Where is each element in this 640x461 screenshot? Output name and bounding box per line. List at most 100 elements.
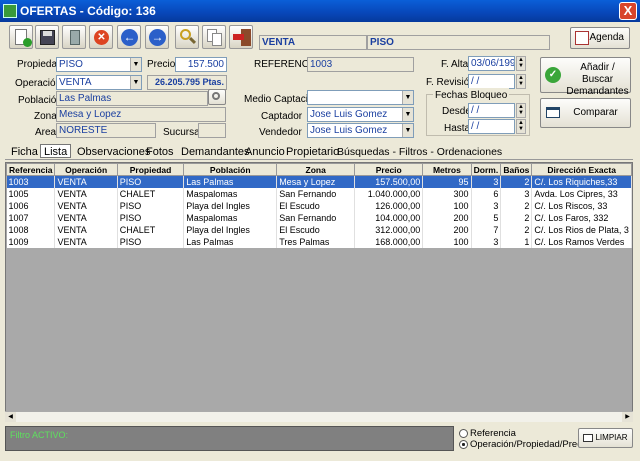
app-icon [3,4,17,18]
column-header[interactable]: Dorm. [470,163,502,176]
falta-label: F. Alta [441,59,469,70]
horizontal-scrollbar[interactable]: ◀ ▶ [5,411,633,422]
table-cell: VENTA [54,223,118,236]
table-row[interactable]: 1003 VENTA PISO Las Palmas Mesa y Lopez 157.5… [6,175,632,188]
table-cell: 1008 [6,223,56,236]
desde-field[interactable]: / / [468,103,515,118]
table-row[interactable]: 1007 VENTA PISO Maspalomas San Fernando 104.0… [6,211,632,224]
chevron-down-icon[interactable]: ▼ [402,124,413,137]
desde-spinner[interactable]: ▲ ▼ [516,103,526,118]
delete-button[interactable] [62,25,86,49]
save-button[interactable] [35,25,59,49]
sucursal-label: Sucursal [163,127,202,138]
table-cell: 104.000,00 [354,211,424,224]
table-cell: 5 [471,211,502,224]
table-cell: 1005 [6,187,56,200]
falta-spinner[interactable]: ▲ ▼ [516,56,526,71]
filter-status-text: Filtro ACTIVO: [10,430,69,440]
table-cell: C/. Los Faros, 332 [531,211,632,224]
table-cell: El Escudo [276,199,356,212]
precio-field[interactable]: 157.500 [175,57,227,72]
table-cell: C/. Los Rios de Plata, 3 [531,223,632,236]
results-grid[interactable]: Referencia Operación Propiedad Población Zon… [5,162,633,420]
hasta-spinner[interactable]: ▲ ▼ [516,119,526,134]
column-header[interactable]: Operación [54,163,118,176]
exit-button[interactable] [229,25,253,49]
column-header[interactable]: Precio [354,163,424,176]
title-bar: OFERTAS - Código: 136 [0,0,640,22]
column-header[interactable]: Propiedad [116,163,185,176]
frevision-spinner[interactable]: ▲ ▼ [516,74,526,89]
header-property: PISO [367,35,550,50]
new-button[interactable] [9,25,33,49]
table-cell: 7 [471,223,502,236]
area-label: Area [35,127,57,138]
radio-operacion[interactable] [459,440,468,449]
table-row[interactable]: 1005 VENTA CHALET Maspalomas San Fernando 1.0… [6,187,632,200]
table-row[interactable]: 1006 VENTA PISO Playa del Ingles El Escudo 12… [6,199,632,212]
table-cell: 2 [500,175,533,188]
table-row[interactable]: 1009 VENTA PISO Las Palmas Tres Palmas 168.00… [6,235,632,248]
check-icon: ✓ [545,67,561,83]
tab-lista[interactable]: Lista [40,144,72,158]
close-button[interactable]: X [619,2,637,20]
vendedor-select[interactable]: Jose Luis Gomez ▼ [307,123,414,138]
operacion-value: VENTA [59,77,92,88]
zona-label: Zona [34,111,57,122]
add-search-demandantes-button[interactable]: ✓ Añadir / Buscar Demandantes [540,57,631,97]
next-button[interactable]: → [145,25,169,49]
search-button[interactable] [175,25,199,49]
table-cell: 1003 [6,175,56,188]
column-header[interactable]: Zona [276,163,356,176]
tab-fotos[interactable]: Fotos [143,145,177,159]
tab-ficha[interactable]: Ficha [8,145,41,159]
table-cell: 1006 [6,199,56,212]
tab-busquedas[interactable]: Búsquedas - Filtros - Ordenaciones [334,145,505,159]
chevron-down-icon[interactable]: ▼ [402,108,413,121]
table-cell: Avda. Los Cipres, 33 [531,187,632,200]
compare-label: Comparar [573,107,618,118]
table-cell: VENTA [54,235,118,248]
chevron-down-icon[interactable]: ▼ [130,58,141,71]
table-cell: San Fernando [276,187,356,200]
agenda-button[interactable]: Agenda [570,27,630,49]
header-operation: VENTA [259,35,367,50]
limpiar-button[interactable]: LIMPIAR [578,428,633,448]
poblacion-search-button[interactable] [208,89,226,105]
captador-select[interactable]: Jose Luis Gomez ▼ [307,107,414,122]
table-cell: CHALET [117,223,185,236]
propiedad-select[interactable]: PISO ▼ [56,57,142,72]
arrow-right-icon: → [149,29,166,46]
column-header[interactable]: Dirección Exacta [531,163,632,176]
hasta-field[interactable]: / / [468,119,515,134]
sucursal-field [198,123,226,138]
table-cell: 300 [422,187,472,200]
table-cell: 2 [500,199,533,212]
tab-anuncio[interactable]: Anuncio [242,145,288,159]
column-header[interactable]: Población [183,163,278,176]
limpiar-label: LIMPIAR [595,433,628,442]
calendar-icon [575,31,589,45]
falta-field[interactable]: 03/06/1999 [468,56,515,71]
cancel-button[interactable]: ✕ [89,25,113,49]
table-cell: Maspalomas [183,187,278,200]
copy-button[interactable] [202,25,226,49]
compare-button[interactable]: Comparar [540,98,631,128]
table-cell: El Escudo [276,223,356,236]
column-header[interactable]: Metros [422,163,472,176]
table-cell: CHALET [117,187,185,200]
chevron-down-icon[interactable]: ▼ [402,91,413,104]
tab-observaciones[interactable]: Observaciones [74,145,153,159]
frevision-field[interactable]: / / [468,74,515,89]
table-row[interactable]: 1008 VENTA CHALET Playa del Ingles El Escudo… [6,223,632,236]
operacion-select[interactable]: VENTA ▼ [56,75,142,90]
medio-select[interactable]: ▼ [307,90,414,105]
previous-button[interactable]: ← [117,25,141,49]
propiedad-value: PISO [59,59,83,70]
column-header[interactable]: Baños [500,163,533,176]
radio-referencia[interactable] [459,429,468,438]
poblacion-field: Las Palmas [56,91,208,106]
chevron-down-icon[interactable]: ▼ [130,76,141,89]
column-header[interactable]: Referencia [6,163,56,176]
area-field: NORESTE [56,123,156,138]
